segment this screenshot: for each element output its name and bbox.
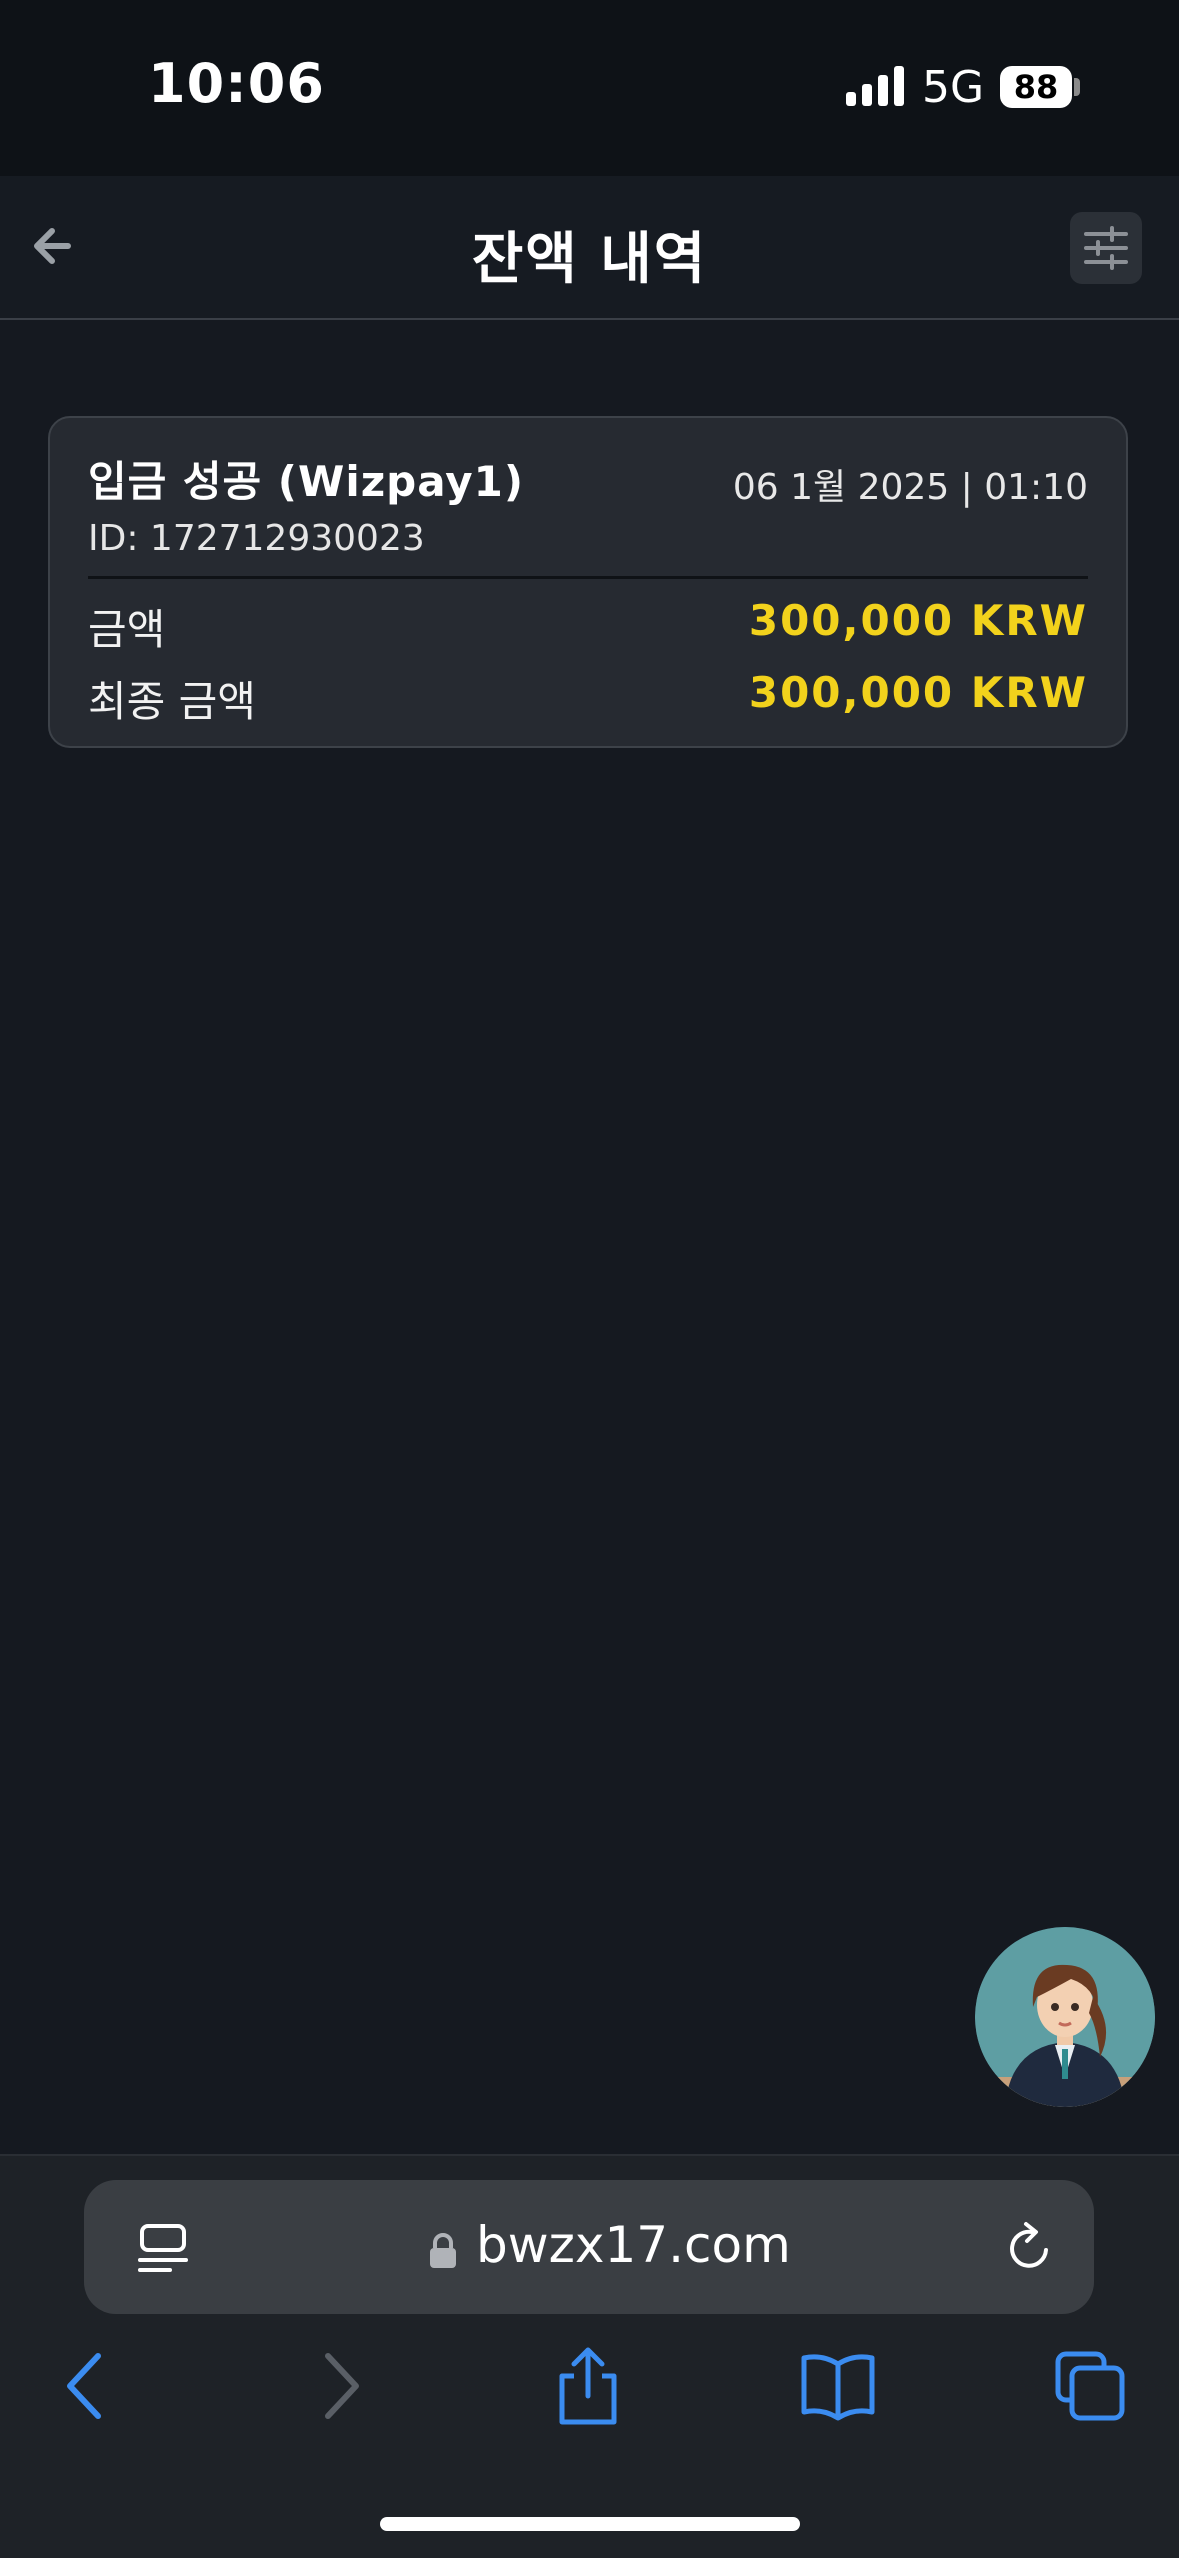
share-icon[interactable] (548, 2346, 628, 2426)
reload-icon[interactable] (1002, 2220, 1058, 2276)
chevron-left-icon[interactable] (46, 2346, 126, 2426)
page-menu-icon[interactable] (136, 2222, 190, 2276)
app-header: 잔액 내역 (0, 176, 1179, 320)
transaction-datetime: 06 1월 2025 | 01:10 (732, 467, 1088, 508)
amount-label: 금액 (88, 605, 166, 654)
book-icon[interactable] (798, 2346, 878, 2426)
browser-bottom-bar: bwzx17.com (0, 2154, 1179, 2558)
browser-toolbar (0, 2336, 1179, 2436)
transaction-title: 입금 성공 (Wizpay1) (88, 457, 525, 506)
status-bar: 10:06 5G 88 (0, 0, 1179, 176)
url-text[interactable]: bwzx17.com (476, 2216, 791, 2274)
battery-cap (1074, 78, 1080, 96)
filter-button[interactable] (1070, 212, 1142, 284)
chevron-right-icon[interactable] (300, 2346, 380, 2426)
final-amount-label: 최종 금액 (88, 677, 256, 726)
signal-icon (846, 66, 904, 106)
battery-indicator: 88 (1000, 66, 1072, 108)
support-chat-avatar[interactable] (975, 1927, 1155, 2107)
transaction-id: ID: 172712930023 (88, 518, 425, 559)
sliders-icon (1084, 226, 1128, 270)
final-amount-value: 300,000 KRW (748, 668, 1088, 717)
page-title: 잔액 내역 (471, 227, 708, 292)
amount-value: 300,000 KRW (748, 596, 1088, 645)
home-indicator (380, 2517, 800, 2531)
network-type: 5G (922, 62, 985, 113)
tabs-icon[interactable] (1050, 2346, 1130, 2426)
support-agent-avatar-icon (975, 1927, 1155, 2107)
card-divider (88, 576, 1088, 579)
address-bar[interactable]: bwzx17.com (84, 2180, 1094, 2314)
status-time: 10:06 (148, 52, 325, 115)
lock-icon (430, 2233, 456, 2268)
transaction-card[interactable]: 입금 성공 (Wizpay1) 06 1월 2025 | 01:10 ID: 1… (48, 416, 1128, 748)
